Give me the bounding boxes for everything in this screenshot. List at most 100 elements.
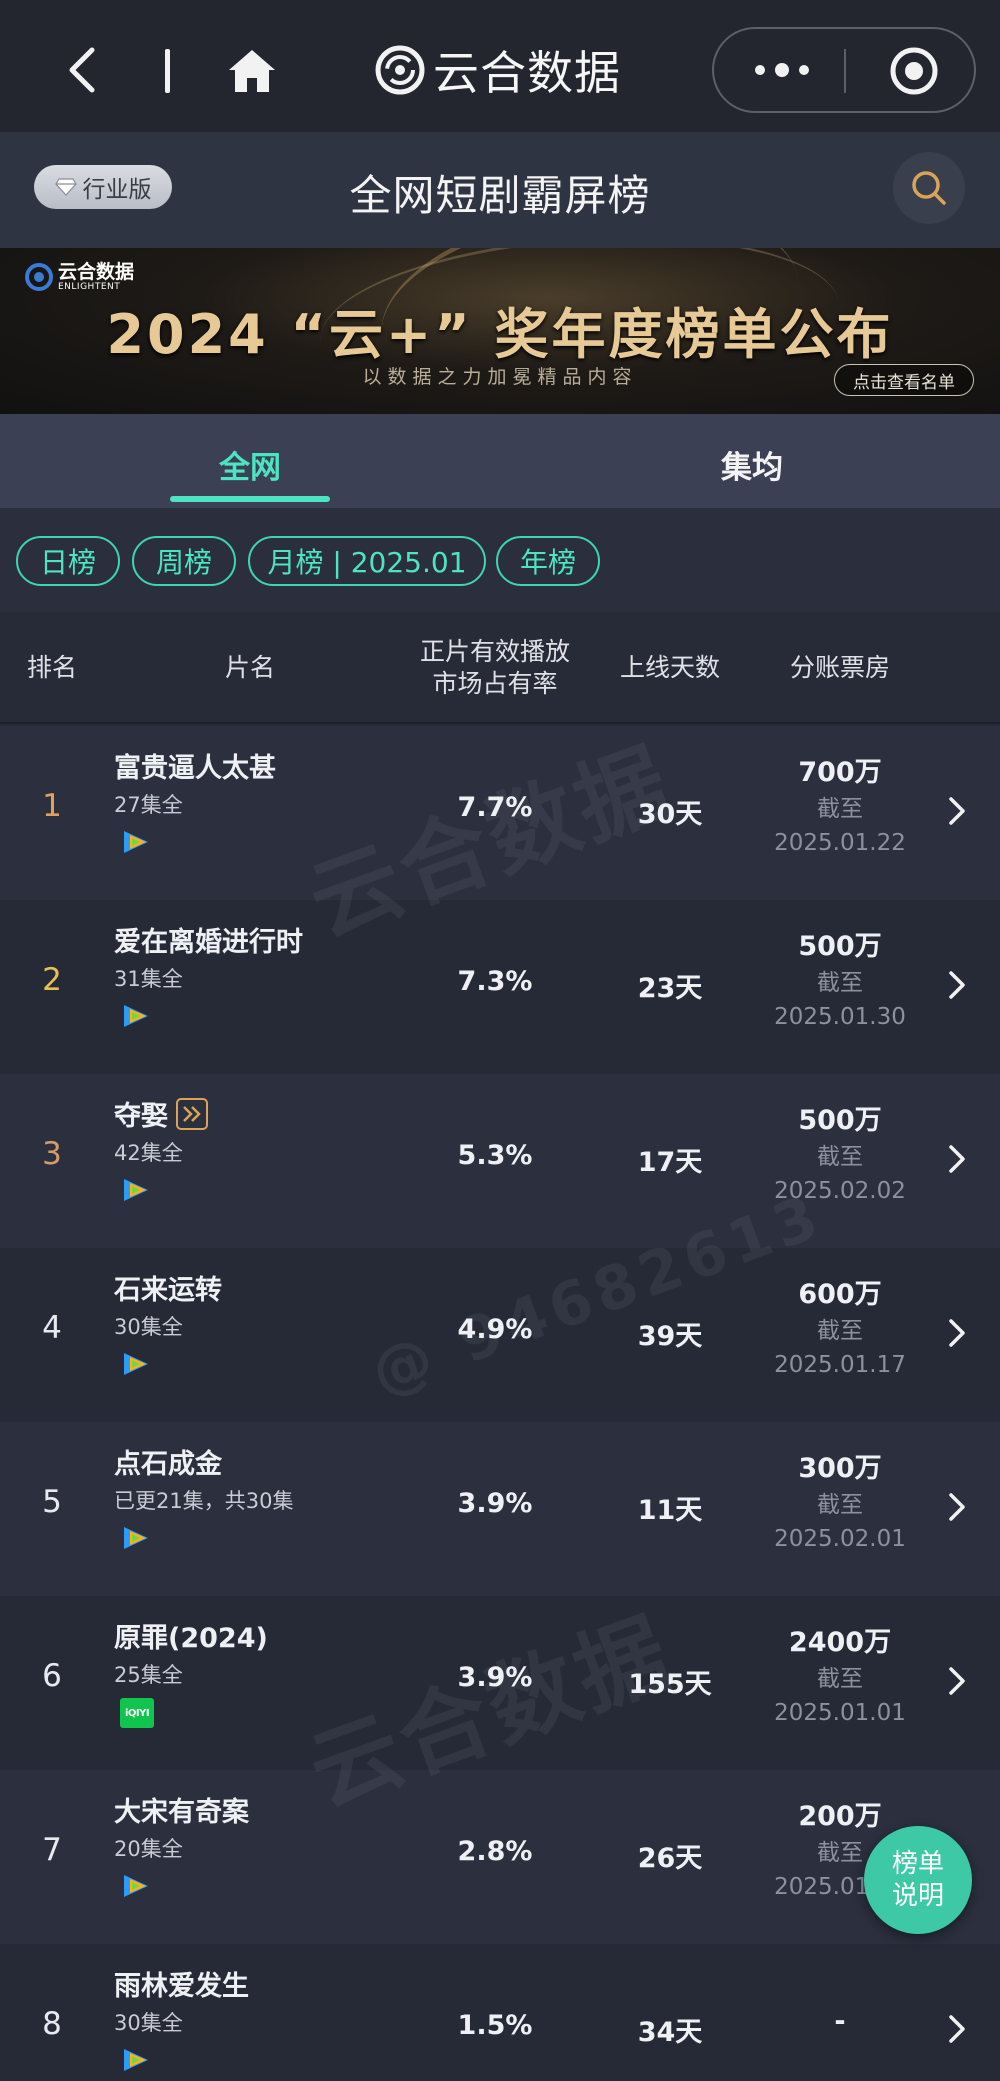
fast-forward-tag-icon xyxy=(176,1097,208,1130)
row-days-online: 39天 xyxy=(637,1321,703,1352)
tab-all-network[interactable]: 全网 xyxy=(150,442,350,487)
tencent-video-icon xyxy=(124,1527,148,1549)
table-header: 排名 片名 正片有效播放 市场占有率 上线天数 分账票房 xyxy=(0,612,1000,724)
list-explanation-button[interactable]: 榜单 说明 xyxy=(864,1826,972,1934)
mini-program-capsule xyxy=(712,27,976,113)
back-arrow-icon[interactable] xyxy=(62,44,102,96)
row-as-of: 截至 2025.01.30 xyxy=(760,966,920,1034)
row-market-share: 7.3% xyxy=(457,966,533,997)
row-title-text: 富贵逼人太甚 xyxy=(114,753,276,784)
header-market-share-line1: 正片有效播放 xyxy=(419,637,570,666)
row-days-online: 34天 xyxy=(637,2017,703,2048)
chevron-right-icon xyxy=(949,1493,965,1521)
header-market-share: 正片有效播放 市场占有率 xyxy=(395,636,595,700)
table-row[interactable]: 3 夺娶 42集全 5.3% 17天 500万 截至 2025.02.02 xyxy=(0,1074,1000,1248)
row-box-office: 300万 xyxy=(798,1453,882,1484)
search-icon xyxy=(912,171,946,205)
active-tab-indicator xyxy=(170,496,330,502)
table-row[interactable]: 4 石来运转 30集全 4.9% 39天 600万 截至 2025.01.17 xyxy=(0,1248,1000,1422)
table-row[interactable]: 2 爱在离婚进行时 31集全 7.3% 23天 500万 截至 2025.01.3… xyxy=(0,900,1000,1074)
header-market-share-line2: 市场占有率 xyxy=(432,669,558,698)
row-rank: 6 xyxy=(42,1658,62,1694)
row-box-office: 200万 xyxy=(798,1801,882,1832)
row-title: 石来运转 xyxy=(114,1268,222,1307)
row-title: 点石成金 xyxy=(114,1442,222,1481)
row-as-of: 截至 2025.02.01 xyxy=(760,1488,920,1556)
row-title-text: 大宋有奇案 xyxy=(114,1797,249,1828)
period-chip-daily[interactable]: 日榜 xyxy=(16,536,120,586)
row-market-share: 2.8% xyxy=(457,1836,533,1867)
table-row[interactable]: 6 原罪(2024) 25集全 iQIYI 3.9% 155天 2400万 截至… xyxy=(0,1596,1000,1770)
home-icon[interactable] xyxy=(227,48,277,94)
nav-separator xyxy=(165,49,170,93)
row-title-text: 点石成金 xyxy=(114,1449,222,1480)
row-episodes: 27集全 xyxy=(114,793,183,817)
header-box-office: 分账票房 xyxy=(789,653,890,682)
period-chip-yearly[interactable]: 年榜 xyxy=(496,536,600,586)
chevron-right-icon xyxy=(949,2015,965,2043)
table-row[interactable]: 7 大宋有奇案 20集全 2.8% 26天 200万 截至 2025.01.20 xyxy=(0,1770,1000,1944)
row-as-of-label: 截至 xyxy=(817,1492,863,1518)
tab-per-episode[interactable]: 集均 xyxy=(652,442,852,487)
period-chip-monthly[interactable]: 月榜 | 2025.01 xyxy=(248,536,486,586)
row-days-online: 17天 xyxy=(637,1147,703,1178)
row-box-office: 600万 xyxy=(798,1279,882,1310)
row-title-text: 原罪(2024) xyxy=(114,1623,268,1654)
annual-award-banner[interactable]: 云合数据 ENLIGHTENT 2024 “云+” 奖年度榜单公布 以数据之力加… xyxy=(0,248,1000,414)
fab-line1: 榜单 xyxy=(891,1849,944,1879)
row-market-share: 4.9% xyxy=(457,1314,533,1345)
row-box-office: 500万 xyxy=(798,931,882,962)
row-title: 雨林爱发生 xyxy=(114,1964,249,2003)
row-as-of-label: 截至 xyxy=(817,1318,863,1344)
close-target-icon[interactable] xyxy=(888,45,940,97)
page-title: 全网短剧霸屏榜 xyxy=(349,171,651,220)
tencent-video-icon xyxy=(124,1005,148,1027)
tencent-video-icon xyxy=(124,1353,148,1375)
row-market-share: 3.9% xyxy=(457,1488,533,1519)
header-title: 片名 xyxy=(224,653,275,682)
title-bar: 行业版 全网短剧霸屏榜 xyxy=(0,132,1000,248)
scope-tabs: 全网 集均 xyxy=(0,414,1000,508)
row-box-office: 700万 xyxy=(798,757,882,788)
banner-title: 2024 “云+” 奖年度榜单公布 xyxy=(106,303,894,366)
table-row[interactable]: 5 点石成金 已更21集，共30集 3.9% 11天 300万 截至 2025.0… xyxy=(0,1422,1000,1596)
row-market-share: 1.5% xyxy=(457,2010,533,2041)
row-as-of-date: 2025.02.02 xyxy=(774,1178,906,1204)
tencent-video-icon xyxy=(124,1875,148,1897)
header-rank: 排名 xyxy=(26,653,77,682)
row-episodes: 42集全 xyxy=(114,1141,183,1165)
yunhe-logo-icon xyxy=(25,263,53,291)
tencent-video-icon xyxy=(124,2049,148,2071)
row-title-text: 爱在离婚进行时 xyxy=(114,927,303,958)
row-as-of-label: 截至 xyxy=(817,796,863,822)
chevron-right-icon xyxy=(949,1145,965,1173)
row-days-online: 11天 xyxy=(637,1495,703,1526)
row-as-of-date: 2025.01.30 xyxy=(774,1004,906,1030)
view-list-button[interactable]: 点击查看名单 xyxy=(834,364,974,396)
row-as-of: 截至 2025.01.01 xyxy=(760,1662,920,1730)
row-days-online: 155天 xyxy=(628,1669,712,1700)
row-days-online: 30天 xyxy=(637,799,703,830)
iqiyi-icon: iQIYI xyxy=(120,1698,154,1728)
table-row[interactable]: 8 雨林爱发生 30集全 1.5% 34天 - xyxy=(0,1944,1000,2081)
row-rank: 5 xyxy=(42,1484,62,1520)
banner-logo-cn: 云合数据 xyxy=(58,261,135,283)
fab-line2: 说明 xyxy=(891,1881,944,1911)
banner-logo: 云合数据 ENLIGHTENT xyxy=(24,262,134,292)
search-button[interactable] xyxy=(893,152,965,224)
row-title: 原罪(2024) xyxy=(114,1616,268,1655)
period-chip-weekly[interactable]: 周榜 xyxy=(132,536,236,586)
table-row[interactable]: 1 富贵逼人太甚 27集全 7.7% 30天 700万 截至 2025.01.22 xyxy=(0,726,1000,900)
row-rank: 7 xyxy=(42,1832,62,1868)
row-market-share: 7.7% xyxy=(457,792,533,823)
chevron-right-icon xyxy=(949,1667,965,1695)
header-days-online: 上线天数 xyxy=(619,653,720,682)
row-as-of-date: 2025.02.01 xyxy=(774,1526,906,1552)
row-market-share: 3.9% xyxy=(457,1662,533,1693)
more-dots-icon[interactable] xyxy=(752,59,812,81)
row-as-of-label: 截至 xyxy=(817,970,863,996)
row-as-of: 截至 2025.01.22 xyxy=(760,792,920,860)
chevron-right-icon xyxy=(949,797,965,825)
row-box-office: - xyxy=(834,2006,846,2037)
row-title: 大宋有奇案 xyxy=(114,1790,249,1829)
